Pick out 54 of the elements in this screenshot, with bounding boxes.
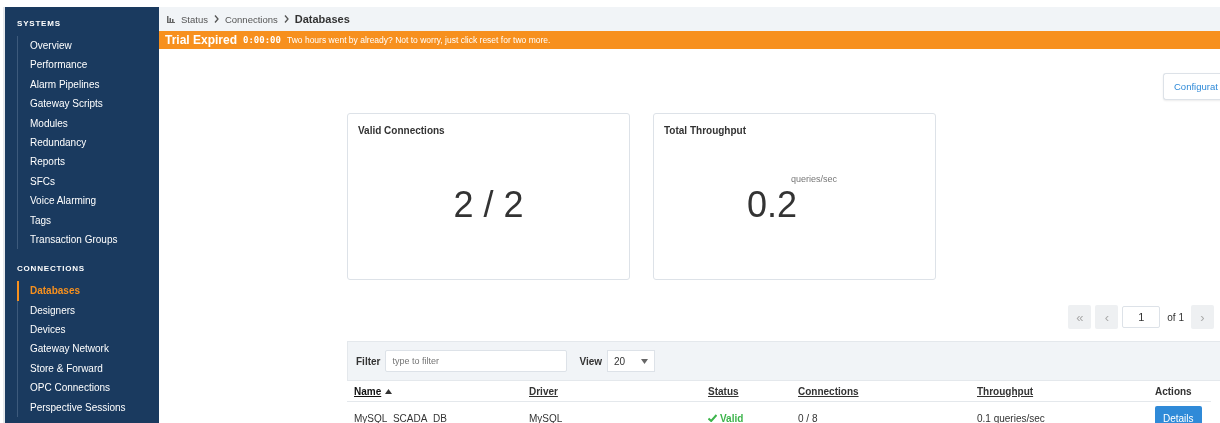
nav-link[interactable]: Voice Alarming xyxy=(17,191,159,211)
filter-label: Filter xyxy=(356,355,381,367)
breadcrumb-link[interactable]: Connections xyxy=(224,13,278,25)
nav-link[interactable]: OPC Connections xyxy=(17,378,159,398)
column-header: Actions xyxy=(1155,385,1192,397)
stat-unit: queries/sec xyxy=(791,174,838,184)
nav-link[interactable]: Gateway Network xyxy=(17,339,159,359)
column-header[interactable]: Driver xyxy=(529,385,558,397)
table-cell: 0 / 8 xyxy=(798,412,818,423)
banner-message: Two hours went by already? Not to worry, just click reset for two more. xyxy=(286,35,551,45)
column-header[interactable]: Status xyxy=(708,385,739,397)
nav-link[interactable]: Performance xyxy=(17,55,159,75)
configure-button[interactable]: Configurat xyxy=(1163,73,1220,100)
nav-link[interactable]: Reports xyxy=(17,152,159,172)
nav-link[interactable]: SFCs xyxy=(17,171,159,192)
nav-link[interactable]: Designers xyxy=(17,300,159,321)
nav-link[interactable]: Overview xyxy=(17,36,159,56)
nav-link[interactable]: Redundancy xyxy=(17,132,159,153)
nav-link[interactable]: Databases xyxy=(17,281,159,301)
view-label: View xyxy=(579,355,603,367)
nav-link[interactable]: Transaction Groups xyxy=(17,229,159,250)
chevron-icon xyxy=(213,15,219,23)
stat-value: 2 / 2 xyxy=(452,184,525,226)
nav-link[interactable]: Alarm Pipelines xyxy=(17,74,159,95)
caret-icon xyxy=(641,358,649,364)
card-title: Total Throughput xyxy=(664,125,746,136)
card-title: Valid Connections xyxy=(358,125,445,136)
chevron-icon xyxy=(283,15,289,23)
nav-link[interactable]: Store & Forward xyxy=(17,358,159,379)
trial-timer: 0:00:00 xyxy=(243,35,281,45)
nav-link[interactable]: Perspective Sessions xyxy=(17,397,159,418)
table-cell: 0.1 queries/sec xyxy=(977,412,1045,423)
page-count: of 1 xyxy=(1167,311,1184,323)
column-header[interactable]: Throughput xyxy=(977,385,1034,397)
details-button[interactable]: Details xyxy=(1155,406,1202,423)
section-heading: SYSTEMS xyxy=(16,19,62,30)
check-icon xyxy=(708,414,717,422)
banner-title: Trial Expired xyxy=(165,33,238,47)
page-field[interactable]: 1 xyxy=(1122,306,1161,328)
table-cell: MySQL xyxy=(529,412,563,423)
view-select[interactable]: 20 xyxy=(607,350,656,372)
table-cell: MySQL_SCADA_DB xyxy=(354,412,447,423)
status-label: Valid xyxy=(720,412,744,423)
column-header[interactable]: Name xyxy=(354,385,382,397)
nav-link[interactable]: Gateway Scripts xyxy=(17,94,159,114)
nav-link[interactable]: Modules xyxy=(17,113,159,133)
nav-link[interactable]: Tags xyxy=(17,210,159,230)
stat-value: 0.2 xyxy=(747,184,798,226)
filter-field[interactable]: type to filter xyxy=(385,350,568,372)
chart-icon xyxy=(167,15,175,23)
nav-link[interactable]: Devices xyxy=(17,320,159,340)
section-heading: CONNECTIONS xyxy=(16,264,86,276)
column-header[interactable]: Connections xyxy=(798,385,859,397)
breadcrumb-link[interactable]: Status xyxy=(181,13,208,25)
